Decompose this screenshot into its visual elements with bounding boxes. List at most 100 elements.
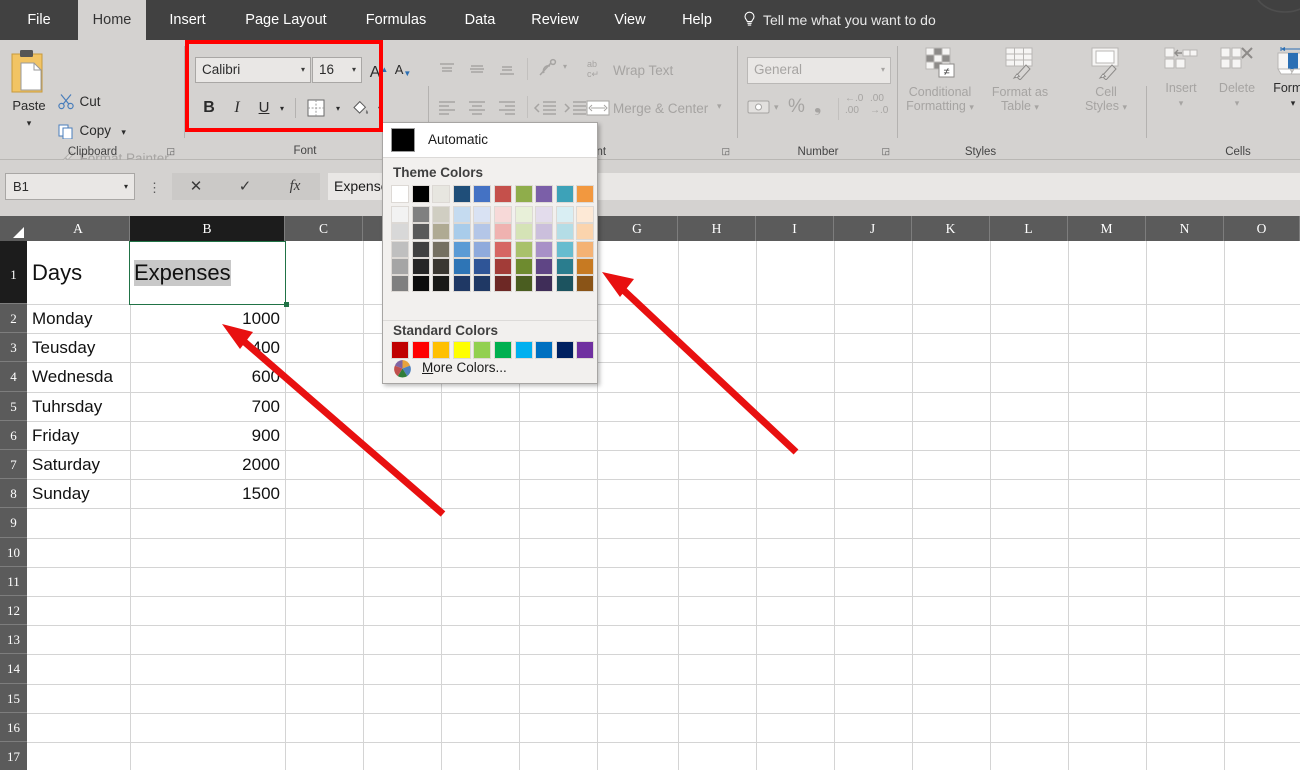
cell-B2[interactable]: 1000 [130, 304, 285, 333]
chevron-down-icon[interactable]: ▾ [301, 58, 305, 82]
cell-A2[interactable]: Monday [27, 304, 130, 333]
theme-color-swatch[interactable] [391, 206, 409, 223]
vertical-dots-icon[interactable]: ⋮ [148, 180, 161, 196]
wrap-text-label[interactable]: Wrap Text [613, 63, 673, 78]
theme-color-swatch[interactable] [576, 275, 594, 292]
align-right-icon[interactable] [495, 96, 519, 120]
cell-B3[interactable]: 400 [130, 333, 285, 362]
cell-B4[interactable]: 600 [130, 362, 285, 391]
italic-button[interactable]: I [225, 95, 249, 121]
theme-color-swatch[interactable] [556, 206, 574, 223]
column-header-B[interactable]: B [130, 216, 285, 241]
row-header-17[interactable]: 17 [0, 742, 27, 770]
tab-review[interactable]: Review [518, 0, 592, 40]
delete-cells-button[interactable]: Delete ▾ [1209, 46, 1265, 110]
copy-button[interactable]: Copy ▾ [58, 118, 126, 144]
chevron-down-icon[interactable]: ▾ [124, 174, 128, 199]
theme-color-swatch[interactable] [432, 275, 450, 292]
enter-button[interactable]: ✓ [221, 173, 269, 200]
column-header-M[interactable]: M [1068, 216, 1146, 241]
theme-color-swatch[interactable] [494, 206, 512, 223]
clipboard-dialog-launcher[interactable]: ◲ [166, 146, 175, 157]
insert-function-button[interactable]: fx [271, 173, 319, 200]
theme-color-swatch[interactable] [412, 275, 430, 292]
theme-color-swatch[interactable] [453, 185, 471, 203]
theme-color-swatch[interactable] [391, 223, 409, 240]
fill-handle[interactable] [284, 302, 289, 307]
select-all-button[interactable] [0, 216, 27, 241]
theme-color-swatch[interactable] [556, 185, 574, 203]
chevron-down-icon[interactable]: ▾ [881, 58, 885, 82]
column-header-L[interactable]: L [990, 216, 1068, 241]
theme-color-swatch[interactable] [494, 275, 512, 292]
automatic-color-option[interactable]: Automatic [383, 123, 597, 157]
decrease-indent-icon[interactable] [533, 96, 559, 120]
theme-color-swatch[interactable] [535, 258, 553, 275]
theme-color-swatch[interactable] [515, 258, 533, 275]
theme-color-swatch[interactable] [473, 258, 491, 275]
alignment-dialog-launcher[interactable]: ◲ [721, 146, 730, 157]
format-as-table-button[interactable]: Format as Table ▾ [982, 46, 1058, 114]
theme-color-swatch[interactable] [453, 241, 471, 258]
row-header-4[interactable]: 4 [0, 362, 27, 392]
merge-center-label[interactable]: Merge & Center [613, 101, 708, 116]
theme-color-swatch[interactable] [412, 206, 430, 223]
tab-data[interactable]: Data [450, 0, 510, 40]
theme-color-swatch[interactable] [432, 206, 450, 223]
fill-color-caret-icon[interactable]: ▾ [373, 95, 387, 121]
column-header-C[interactable]: C [285, 216, 363, 241]
column-header-G[interactable]: G [597, 216, 678, 241]
theme-color-swatch[interactable] [556, 258, 574, 275]
cell-A5[interactable]: Tuhrsday [27, 392, 130, 421]
accounting-format-icon[interactable] [747, 98, 771, 118]
tell-me-search[interactable]: Tell me what you want to do [742, 0, 936, 40]
paste-caret-icon[interactable]: ▾ [6, 118, 52, 129]
row-header-5[interactable]: 5 [0, 392, 27, 421]
theme-color-swatch[interactable] [473, 185, 491, 203]
orientation-caret-icon[interactable]: ▾ [563, 62, 567, 71]
theme-color-swatch[interactable] [556, 241, 574, 258]
theme-color-swatch[interactable] [453, 223, 471, 240]
more-colors-option[interactable]: More Colors... [383, 353, 597, 383]
theme-color-swatch[interactable] [412, 258, 430, 275]
theme-color-swatch[interactable] [391, 275, 409, 292]
theme-color-swatch[interactable] [535, 241, 553, 258]
underline-button[interactable]: U [253, 95, 275, 121]
theme-color-swatch[interactable] [535, 223, 553, 240]
name-box[interactable]: B1 ▾ [5, 173, 135, 200]
theme-color-swatch[interactable] [494, 223, 512, 240]
theme-color-swatch[interactable] [432, 241, 450, 258]
cell-B7[interactable]: 2000 [130, 450, 285, 479]
cell-B6[interactable]: 900 [130, 421, 285, 450]
theme-color-swatch[interactable] [556, 275, 574, 292]
align-bottom-icon[interactable] [495, 58, 519, 82]
theme-color-swatch[interactable] [391, 185, 409, 203]
theme-color-swatch[interactable] [473, 223, 491, 240]
row-header-7[interactable]: 7 [0, 450, 27, 480]
font-name-combobox[interactable]: Calibri ▾ [195, 57, 311, 83]
row-header-3[interactable]: 3 [0, 333, 27, 363]
theme-color-swatch[interactable] [453, 258, 471, 275]
row-header-10[interactable]: 10 [0, 538, 27, 567]
paste-button[interactable]: Paste ▾ [6, 46, 52, 134]
decrease-decimal-button[interactable]: .00 →.0 [870, 93, 888, 117]
theme-color-swatch[interactable] [391, 241, 409, 258]
tab-help[interactable]: Help [668, 0, 726, 40]
row-header-2[interactable]: 2 [0, 304, 27, 334]
theme-color-swatch[interactable] [515, 223, 533, 240]
theme-color-swatch[interactable] [515, 241, 533, 258]
number-format-combobox[interactable]: General ▾ [747, 57, 891, 84]
tab-formulas[interactable]: Formulas [350, 0, 442, 40]
theme-color-swatch[interactable] [432, 223, 450, 240]
cell-A7[interactable]: Saturday [27, 450, 130, 479]
delete-caret-icon[interactable]: ▾ [1235, 98, 1240, 108]
tab-page-layout[interactable]: Page Layout [228, 0, 344, 40]
row-header-16[interactable]: 16 [0, 713, 27, 742]
row-header-9[interactable]: 9 [0, 508, 27, 538]
cell-A3[interactable]: Teusday [27, 333, 130, 362]
column-header-K[interactable]: K [912, 216, 990, 241]
bold-button[interactable]: B [197, 95, 221, 121]
theme-color-swatch[interactable] [515, 185, 533, 203]
theme-color-swatch[interactable] [412, 223, 430, 240]
number-dialog-launcher[interactable]: ◲ [881, 146, 890, 157]
